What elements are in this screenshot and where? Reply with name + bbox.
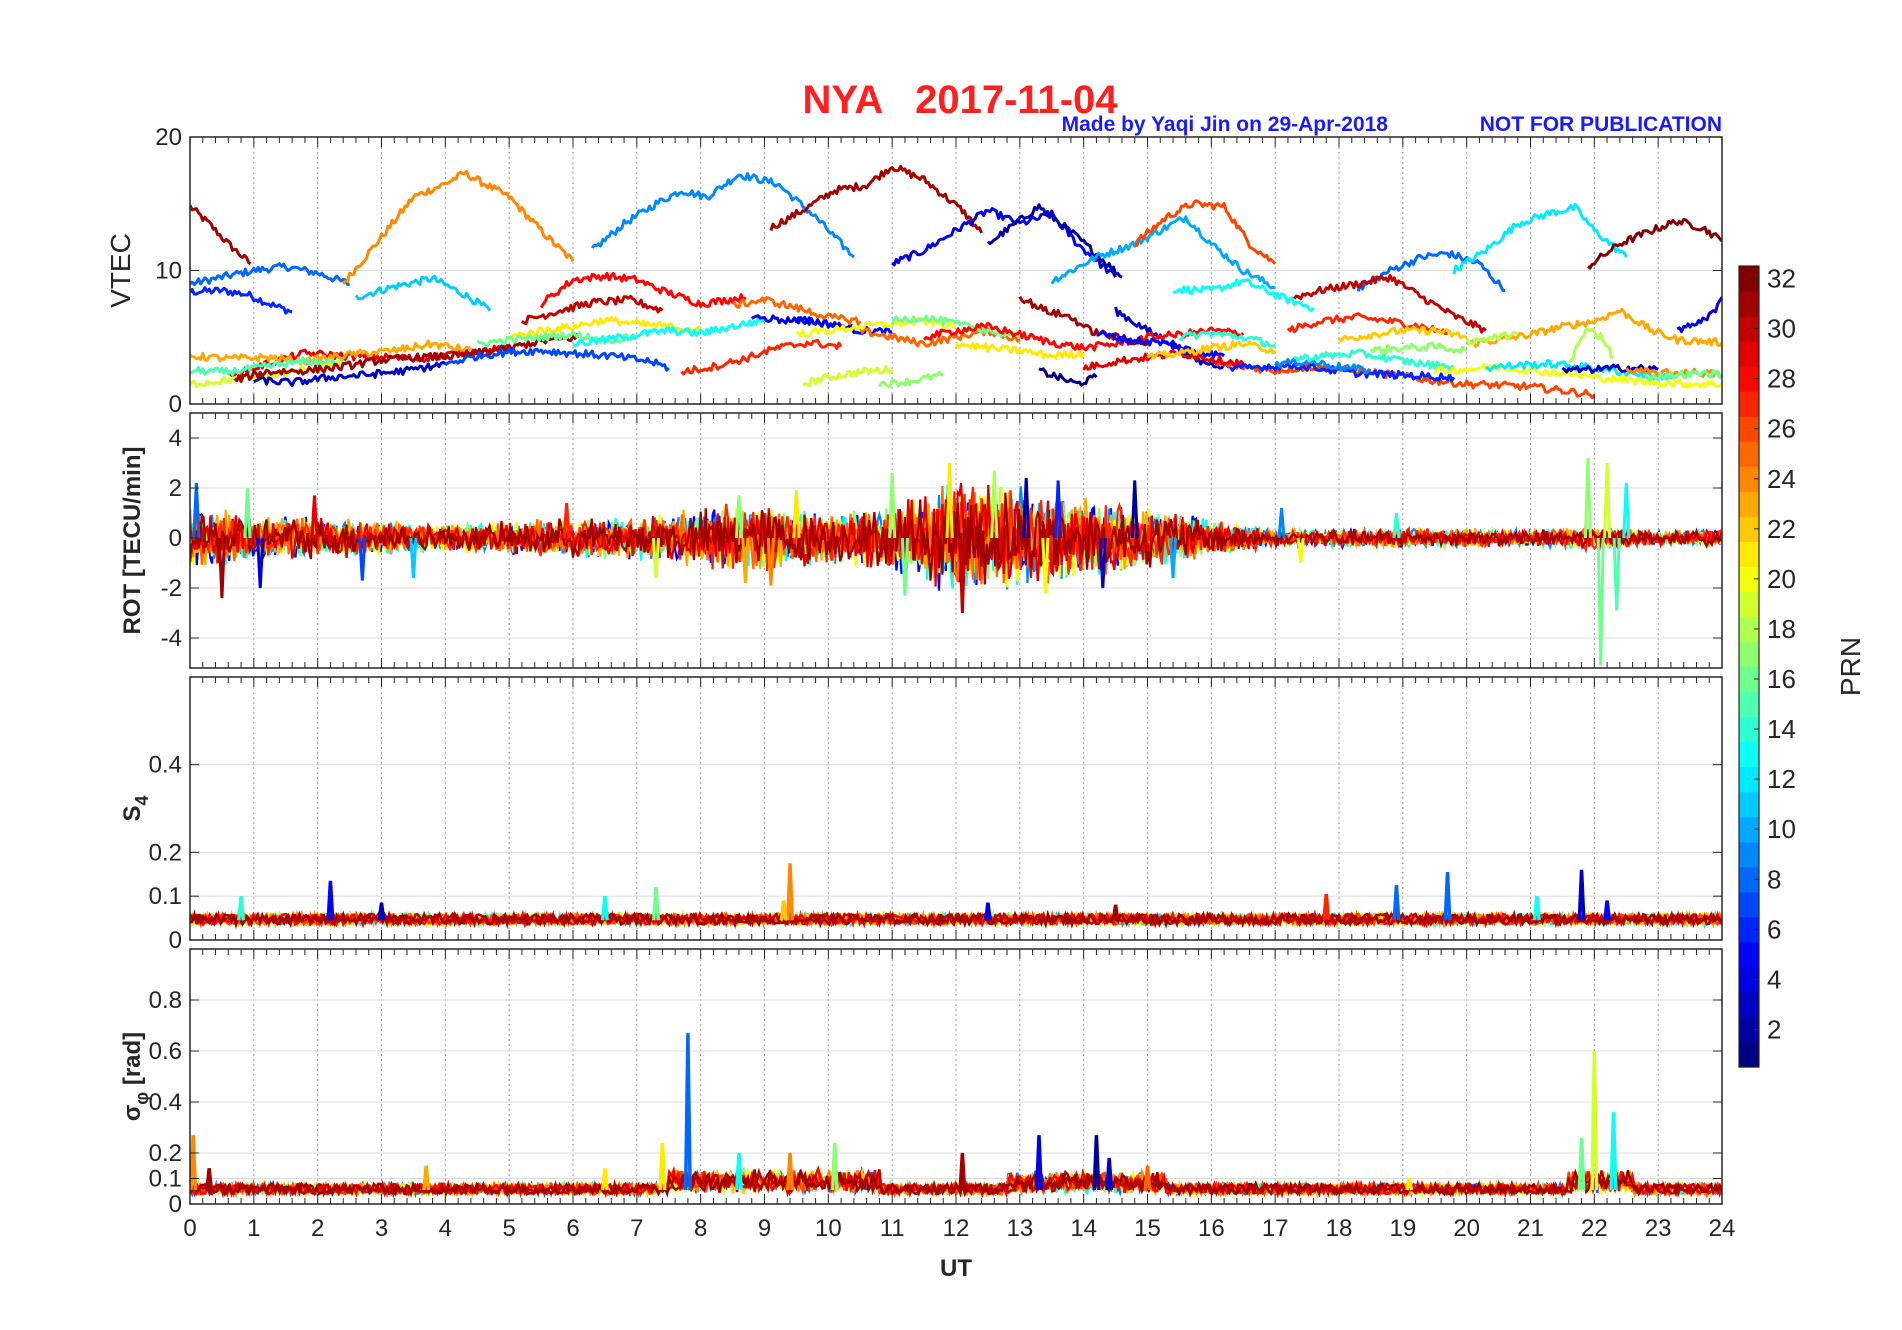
y-tick-label: 2	[169, 475, 182, 502]
y-tick-label: 0	[169, 927, 182, 954]
y-tick-label: 20	[155, 124, 182, 151]
colorbar-band	[1739, 591, 1759, 618]
x-tick-label: 5	[502, 1215, 515, 1242]
colorbar-band	[1739, 341, 1759, 367]
x-tick-label: 17	[1262, 1215, 1289, 1242]
colorbar-band	[1739, 691, 1759, 718]
x-tick-label: 14	[1070, 1215, 1097, 1242]
title-block: NYA 2017-11-04 Made by Yaqi Jin on 29-Ap…	[802, 78, 1722, 136]
y-axis-label-sigphi: σφ [rad]	[119, 1032, 152, 1121]
x-tick-label: 20	[1453, 1215, 1480, 1242]
x-tick-label: 10	[815, 1215, 842, 1242]
x-tick-label: 21	[1517, 1215, 1544, 1242]
x-tick-label: 1	[247, 1215, 260, 1242]
y-axis-label-s4: S4	[119, 795, 152, 821]
y-tick-label: 0.2	[149, 839, 182, 866]
colorbar-band	[1739, 441, 1759, 467]
colorbar-tick-label: 22	[1767, 514, 1796, 544]
y-tick-label: -4	[161, 625, 182, 652]
y-tick-label: 0	[169, 1191, 182, 1218]
y-tick-label: 0.2	[149, 1140, 182, 1167]
x-axis: 0 1 2 3 4 5 6 7 8 9 10 11 12 13 14 15 16 17 18 19 20 21 22 23 24…	[183, 1215, 1735, 1282]
colorbar-tick-label: 30	[1767, 314, 1796, 344]
colorbar-tick-label: 24	[1767, 464, 1796, 494]
figure: NYA 2017-11-04 Made by Yaqi Jin on 29-Ap…	[105, 78, 1866, 1282]
colorbar-tick-label: 28	[1767, 364, 1796, 394]
y-tick-label: 0.6	[149, 1038, 182, 1065]
colorbar-tick-label: 6	[1767, 914, 1781, 944]
x-tick-label: 3	[375, 1215, 388, 1242]
panel-s4: 0 0.1 0.2 0.4 S4	[119, 676, 1723, 954]
colorbar-tick-label: 10	[1767, 814, 1796, 844]
colorbar-band	[1739, 1041, 1759, 1068]
colorbar-label: PRN	[1835, 637, 1866, 696]
x-tick-label: 24	[1709, 1215, 1736, 1242]
colorbar-band	[1739, 941, 1759, 968]
x-tick-label: 7	[630, 1215, 643, 1242]
colorbar-tick-label: 20	[1767, 564, 1796, 594]
x-tick-label: 6	[566, 1215, 579, 1242]
chart-credit: Made by Yaqi Jin on 29-Apr-2018	[1062, 113, 1389, 136]
colorbar-tick-label: 8	[1767, 864, 1781, 894]
colorbar-band	[1739, 641, 1759, 668]
panel-rot: -4 -2 0 2 4 ROT [TECU/min]	[119, 412, 1723, 669]
colorbar-band	[1739, 841, 1759, 868]
colorbar-tick-label: 16	[1767, 664, 1796, 694]
x-tick-label: 16	[1198, 1215, 1225, 1242]
colorbar-band	[1739, 491, 1759, 517]
x-tick-label: 8	[694, 1215, 707, 1242]
y-tick-label: 0.1	[149, 883, 182, 910]
colorbar-tick-label: 12	[1767, 764, 1796, 794]
colorbar-band	[1739, 891, 1759, 918]
y-tick-label: -2	[161, 575, 182, 602]
x-tick-label: 9	[758, 1215, 771, 1242]
colorbar-band	[1739, 991, 1759, 1018]
colorbar-band	[1739, 291, 1759, 317]
colorbar-tick-label: 18	[1767, 614, 1796, 644]
x-tick-label: 11	[880, 1215, 905, 1242]
x-tick-label: 22	[1581, 1215, 1608, 1242]
colorbar-tick-label: 4	[1767, 964, 1781, 994]
colorbar-tick-label: 14	[1767, 714, 1796, 744]
colorbar-band	[1739, 391, 1759, 417]
y-tick-label: 0.8	[149, 987, 182, 1014]
y-axis-label-vtec: VTEC	[105, 233, 136, 308]
chart-notice: NOT FOR PUBLICATION	[1480, 113, 1722, 136]
x-axis-label: UT	[940, 1255, 972, 1282]
y-tick-label: 0	[169, 525, 182, 552]
y-tick-label: 4	[169, 425, 182, 452]
x-tick-label: 18	[1326, 1215, 1353, 1242]
panel-vtec: 0 10 20 VTEC	[105, 124, 1723, 418]
colorbar-tick-label: 32	[1767, 264, 1796, 294]
panels: 01020VTEC-4-2024ROT [TECU/min]00.10.20.4…	[105, 124, 1723, 1218]
y-tick-label: 0	[169, 391, 182, 418]
panel-sigphi: 00.10.2 0.4 0.6 0.8 σφ [rad]	[119, 948, 1723, 1218]
x-tick-label: 19	[1389, 1215, 1416, 1242]
y-tick-label: 10	[155, 258, 182, 285]
x-tick-label: 2	[311, 1215, 324, 1242]
colorbar-tick-label: 2	[1767, 1014, 1781, 1044]
x-tick-label: 15	[1134, 1215, 1161, 1242]
colorbar: 2468101214161820222426283032PRN	[1738, 264, 1866, 1068]
y-tick-label: 0.4	[149, 1089, 182, 1116]
colorbar-tick-label: 26	[1767, 414, 1796, 444]
colorbar-band	[1739, 541, 1759, 567]
colorbar-band	[1739, 791, 1759, 818]
y-tick-label: 0.4	[149, 752, 182, 779]
colorbar-band	[1739, 741, 1759, 768]
x-tick-label: 13	[1006, 1215, 1033, 1242]
x-tick-label: 0	[183, 1215, 196, 1242]
x-tick-label: 4	[439, 1215, 452, 1242]
x-tick-label: 23	[1645, 1215, 1672, 1242]
y-tick-label: 0.1	[149, 1166, 182, 1193]
y-axis-label-rot: ROT [TECU/min]	[119, 447, 146, 635]
x-tick-label: 12	[943, 1215, 970, 1242]
